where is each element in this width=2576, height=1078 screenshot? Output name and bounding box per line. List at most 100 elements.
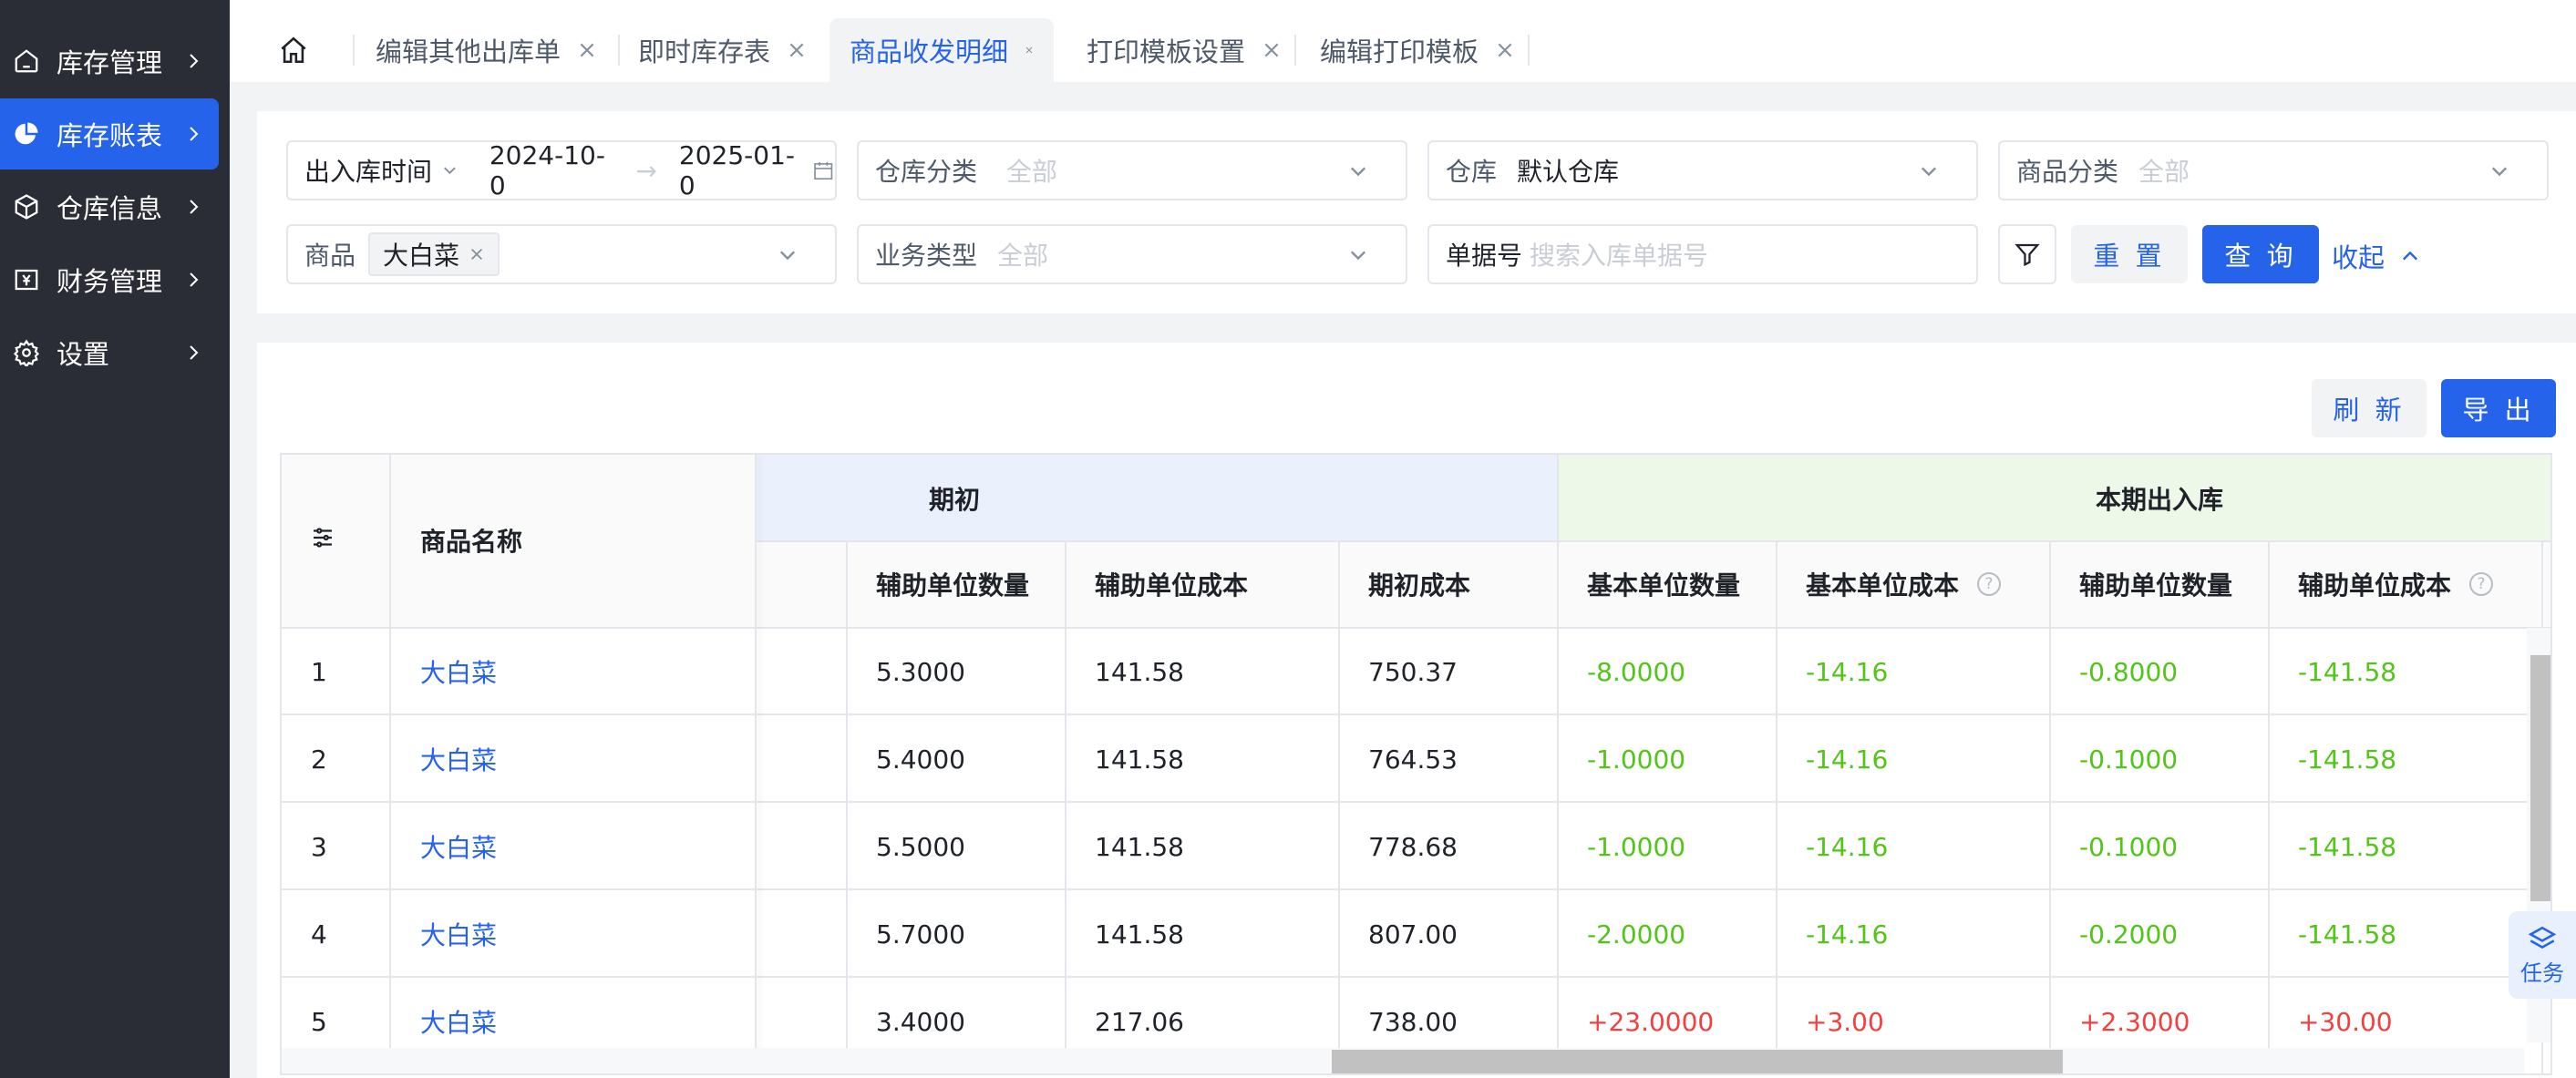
- warehouse-category-select[interactable]: 仓库分类 全部: [857, 140, 1407, 200]
- product-category-value: 全部: [2138, 157, 2190, 187]
- header-out-aux-qty: 辅助单位数量: [2079, 570, 2233, 601]
- tab-realtime-inventory[interactable]: 即时库存表: [638, 18, 807, 82]
- tab-goods-detail[interactable]: 商品收发明细: [829, 18, 1054, 82]
- product-category-label: 商品分类: [2016, 157, 2119, 187]
- out-aux-cost-cell: -141.58: [2298, 831, 2397, 862]
- date-range-filter[interactable]: 出入库时间 2024-10-0 → 2025-01-0: [286, 140, 837, 200]
- base-cost-cell: -14.16: [1806, 919, 1889, 950]
- grid-line: [282, 627, 2550, 629]
- close-icon[interactable]: [469, 246, 485, 262]
- out-aux-qty-cell: -0.1000: [2079, 831, 2179, 862]
- date-type-label: 出入库时间: [304, 157, 433, 187]
- vertical-scrollbar-thumb[interactable]: [2530, 655, 2550, 901]
- header-base-cost: 基本单位成本 ?: [1806, 566, 2002, 602]
- chevron-down-icon: [1350, 167, 1366, 177]
- tab-label: 商品收发明细: [850, 36, 1009, 67]
- base-qty-cell: +23.0000: [1587, 1006, 1715, 1037]
- header-base-cost-label: 基本单位成本: [1806, 570, 1960, 601]
- query-button[interactable]: 查 询: [2202, 225, 2319, 283]
- sidebar-item-label: 财务管理: [57, 266, 163, 297]
- home-tab-icon[interactable]: [278, 35, 309, 66]
- sidebar-item-label: 设置: [57, 339, 110, 370]
- tab-edit-other-outbound[interactable]: 编辑其他出库单: [376, 18, 597, 82]
- out-aux-qty-cell: -0.2000: [2079, 919, 2179, 950]
- out-aux-qty-cell: -0.1000: [2079, 744, 2179, 775]
- close-icon[interactable]: [787, 40, 807, 60]
- aux-cost-cell: 141.58: [1095, 831, 1184, 862]
- opening-cost-cell: 778.68: [1368, 831, 1458, 862]
- business-type-label: 业务类型: [875, 241, 978, 271]
- aux-cost-cell: 141.58: [1095, 919, 1184, 950]
- product-link[interactable]: 大白菜: [420, 741, 497, 777]
- chevron-right-icon: [190, 200, 199, 214]
- sidebar-item-settings[interactable]: 设置: [0, 317, 219, 388]
- product-tag-label: 大白菜: [383, 241, 460, 271]
- doc-number-input[interactable]: 搜索入库单据号: [1530, 236, 1708, 272]
- header-out-aux-cost-label: 辅助单位成本: [2298, 570, 2452, 601]
- tab-label: 编辑打印模板: [1320, 36, 1479, 67]
- product-link[interactable]: 大白菜: [420, 916, 497, 952]
- out-aux-cost-cell: -141.58: [2298, 919, 2397, 950]
- opening-cost-cell: 764.53: [1368, 744, 1458, 775]
- tab-divider: [618, 35, 620, 66]
- date-start[interactable]: 2024-10-0: [489, 140, 614, 200]
- layers-icon: [2528, 926, 2557, 949]
- task-float-button[interactable]: 任务: [2509, 911, 2576, 999]
- help-icon[interactable]: ?: [2469, 572, 2494, 596]
- base-qty-cell: -1.0000: [1587, 831, 1686, 862]
- warehouse-select[interactable]: 仓库 默认仓库: [1427, 140, 1978, 200]
- chevron-right-icon: [190, 127, 199, 141]
- horizontal-scrollbar-thumb[interactable]: [1332, 1050, 2063, 1073]
- date-end[interactable]: 2025-01-0: [679, 140, 804, 200]
- close-icon[interactable]: [1262, 40, 1282, 60]
- product-select[interactable]: 商品 大白菜: [286, 224, 837, 284]
- sidebar-item-inventory-reports[interactable]: 库存账表: [0, 98, 219, 169]
- out-aux-cost-cell: +30.00: [2298, 1006, 2393, 1037]
- close-icon[interactable]: [1025, 40, 1034, 60]
- business-type-select[interactable]: 业务类型 全部: [857, 224, 1407, 284]
- pie-chart-icon: [11, 118, 42, 149]
- horizontal-scrollbar[interactable]: [282, 1048, 2524, 1073]
- group-opening-bg: [756, 455, 1558, 541]
- header-opening-cost: 期初成本: [1368, 570, 1471, 601]
- sidebar-item-warehouse-info[interactable]: 仓库信息: [0, 171, 219, 242]
- product-label: 商品: [304, 241, 356, 271]
- chevron-right-icon: [190, 272, 199, 287]
- header-out-aux-cost: 辅助单位成本 ?: [2298, 566, 2494, 602]
- sidebar-item-finance[interactable]: 财务管理: [0, 244, 219, 315]
- home-icon: [11, 46, 42, 77]
- tab-label: 即时库存表: [638, 36, 771, 67]
- task-label: 任务: [2520, 960, 2564, 986]
- product-link[interactable]: 大白菜: [420, 653, 497, 690]
- tab-label: 打印模板设置: [1087, 36, 1246, 67]
- tab-print-template-settings[interactable]: 打印模板设置: [1087, 18, 1282, 82]
- product-category-select[interactable]: 商品分类 全部: [1998, 140, 2549, 200]
- warehouse-category-value: 全部: [1006, 157, 1058, 187]
- help-icon[interactable]: ?: [1977, 572, 2002, 596]
- close-icon[interactable]: [577, 40, 597, 60]
- doc-number-field[interactable]: 单据号 搜索入库单据号: [1427, 224, 1978, 284]
- base-qty-cell: -8.0000: [1587, 656, 1686, 687]
- column-settings-button[interactable]: [309, 524, 336, 551]
- aux-qty-cell: 5.3000: [876, 656, 965, 687]
- grid-line: [1065, 541, 1066, 1073]
- sidebar-item-inventory-management[interactable]: 库存管理: [0, 26, 219, 97]
- refresh-button[interactable]: 刷 新: [2312, 379, 2427, 437]
- filter-button[interactable]: [1998, 224, 2056, 284]
- business-type-value: 全部: [997, 241, 1049, 271]
- close-icon[interactable]: [1495, 40, 1515, 60]
- product-link[interactable]: 大白菜: [420, 828, 497, 865]
- arrow-right-icon: →: [635, 155, 657, 186]
- product-link[interactable]: 大白菜: [420, 1003, 497, 1040]
- calendar-icon: [814, 161, 833, 180]
- doc-number-label: 单据号: [1446, 241, 1523, 271]
- collapse-button[interactable]: 收起: [2332, 237, 2421, 275]
- aux-cost-cell: 141.58: [1095, 744, 1184, 775]
- base-cost-cell: -14.16: [1806, 656, 1889, 687]
- tab-edit-print-template[interactable]: 编辑打印模板: [1320, 18, 1515, 82]
- warehouse-label: 仓库: [1446, 157, 1498, 187]
- export-button[interactable]: 导 出: [2441, 379, 2556, 437]
- reset-button[interactable]: 重 置: [2071, 225, 2188, 283]
- opening-cost-cell: 750.37: [1368, 656, 1458, 687]
- tab-bar: 编辑其他出库单 即时库存表 商品收发明细 打印模板设置 编辑打印模板: [230, 0, 2576, 82]
